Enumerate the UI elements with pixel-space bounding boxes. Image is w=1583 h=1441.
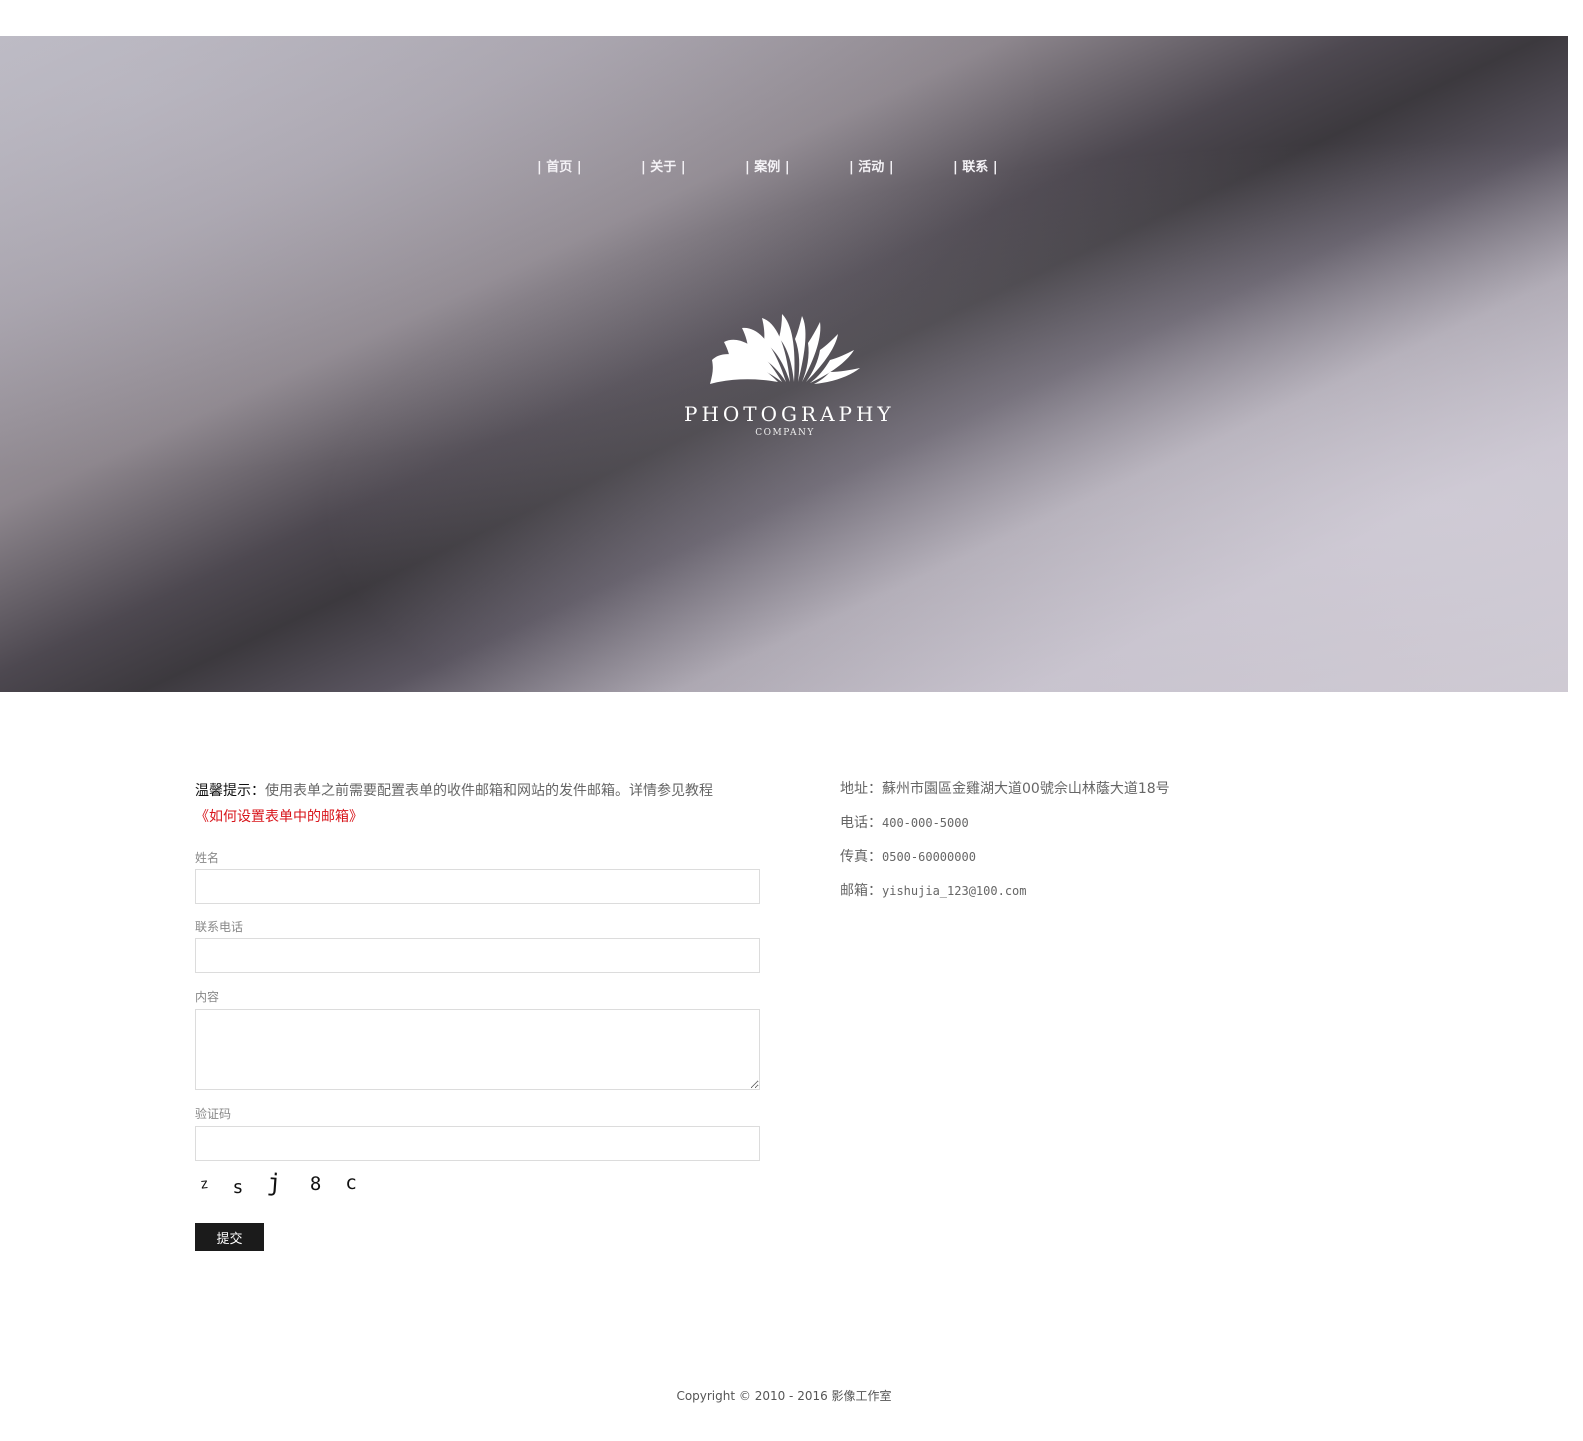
logo-title: PHOTOGRAPHY <box>684 402 895 426</box>
phone-value: 400-000-5000 <box>882 816 969 830</box>
nav-item-label: 关于 <box>650 160 677 175</box>
form-notice: 温馨提示：使用表单之前需要配置表单的收件邮箱和网站的发件邮箱。详情参见教程 《如… <box>195 778 770 830</box>
name-input[interactable] <box>195 869 760 904</box>
logo-subtitle: COMPANY <box>755 428 815 438</box>
nav-item-label: 首页 <box>546 160 573 175</box>
address-label: 地址： <box>840 781 882 797</box>
captcha-char: 8 <box>309 1173 328 1195</box>
contact-fax: 传真：0500-60000000 <box>840 846 1170 880</box>
fax-label: 传真： <box>840 849 882 865</box>
content-label: 内容 <box>195 990 220 1004</box>
notice-label: 温馨提示： <box>195 783 265 799</box>
shell-fan-icon <box>710 314 860 384</box>
nav-item-events[interactable]: | 活动 | <box>849 156 953 175</box>
captcha-char: c <box>345 1172 363 1194</box>
address-value: 蘇州市園區金雞湖大道00號佘山林蔭大道18号 <box>882 781 1170 797</box>
nav-separator: | <box>537 160 542 175</box>
fax-value: 0500-60000000 <box>882 850 976 864</box>
nav-separator: | <box>745 160 750 175</box>
captcha-char: j <box>266 1168 289 1198</box>
email-label: 邮箱： <box>840 883 882 899</box>
contact-address: 地址：蘇州市園區金雞湖大道00號佘山林蔭大道18号 <box>840 778 1170 812</box>
nav-item-label: 联系 <box>962 160 989 175</box>
email-value[interactable]: yishujia_123@100.com <box>882 884 1027 898</box>
phone-info-label: 电话： <box>840 815 882 831</box>
nav-item-contact[interactable]: | 联系 | <box>953 156 1057 175</box>
phone-input[interactable] <box>195 938 760 973</box>
captcha-label: 验证码 <box>195 1107 232 1121</box>
contact-info: 地址：蘇州市園區金雞湖大道00號佘山林蔭大道18号 电话：400-000-500… <box>840 778 1170 914</box>
nav-item-label: 案例 <box>754 160 781 175</box>
footer-copyright: Copyright © 2010 - 2016 影像工作室 <box>676 1389 892 1403</box>
submit-button[interactable]: 提交 <box>195 1223 264 1251</box>
nav-item-home[interactable]: | 首页 | <box>537 156 641 175</box>
captcha-char: z <box>199 1175 216 1193</box>
nav-separator: | <box>953 160 958 175</box>
email-setup-link[interactable]: 《如何设置表单中的邮箱》 <box>195 809 363 825</box>
company-logo[interactable]: PHOTOGRAPHY COMPANY <box>684 314 895 438</box>
nav-separator: | <box>888 160 894 175</box>
nav-separator: | <box>992 160 998 175</box>
content-textarea[interactable] <box>195 1009 760 1090</box>
nav-item-cases[interactable]: | 案例 | <box>745 156 849 175</box>
captcha-input[interactable] <box>195 1126 760 1161</box>
nav-item-label: 活动 <box>858 160 885 175</box>
nav-separator: | <box>680 160 686 175</box>
nav-separator: | <box>849 160 854 175</box>
nav-item-about[interactable]: | 关于 | <box>641 156 745 175</box>
phone-label: 联系电话 <box>195 920 244 934</box>
notice-text: 使用表单之前需要配置表单的收件邮箱和网站的发件邮箱。详情参见教程 <box>265 783 713 799</box>
contact-email: 邮箱：yishujia_123@100.com <box>840 880 1170 914</box>
captcha-image[interactable]: z s j 8 c <box>199 1168 363 1198</box>
nav-separator: | <box>576 160 582 175</box>
name-label: 姓名 <box>195 851 220 865</box>
nav-separator: | <box>784 160 790 175</box>
main-nav: | 首页 | | 关于 | | 案例 | | 活动 | | 联系 | <box>537 156 1057 175</box>
contact-phone: 电话：400-000-5000 <box>840 812 1170 846</box>
nav-separator: | <box>641 160 646 175</box>
hero-banner: | 首页 | | 关于 | | 案例 | | 活动 | | 联系 | PHOTO… <box>0 36 1568 692</box>
captcha-char: s <box>232 1177 250 1198</box>
